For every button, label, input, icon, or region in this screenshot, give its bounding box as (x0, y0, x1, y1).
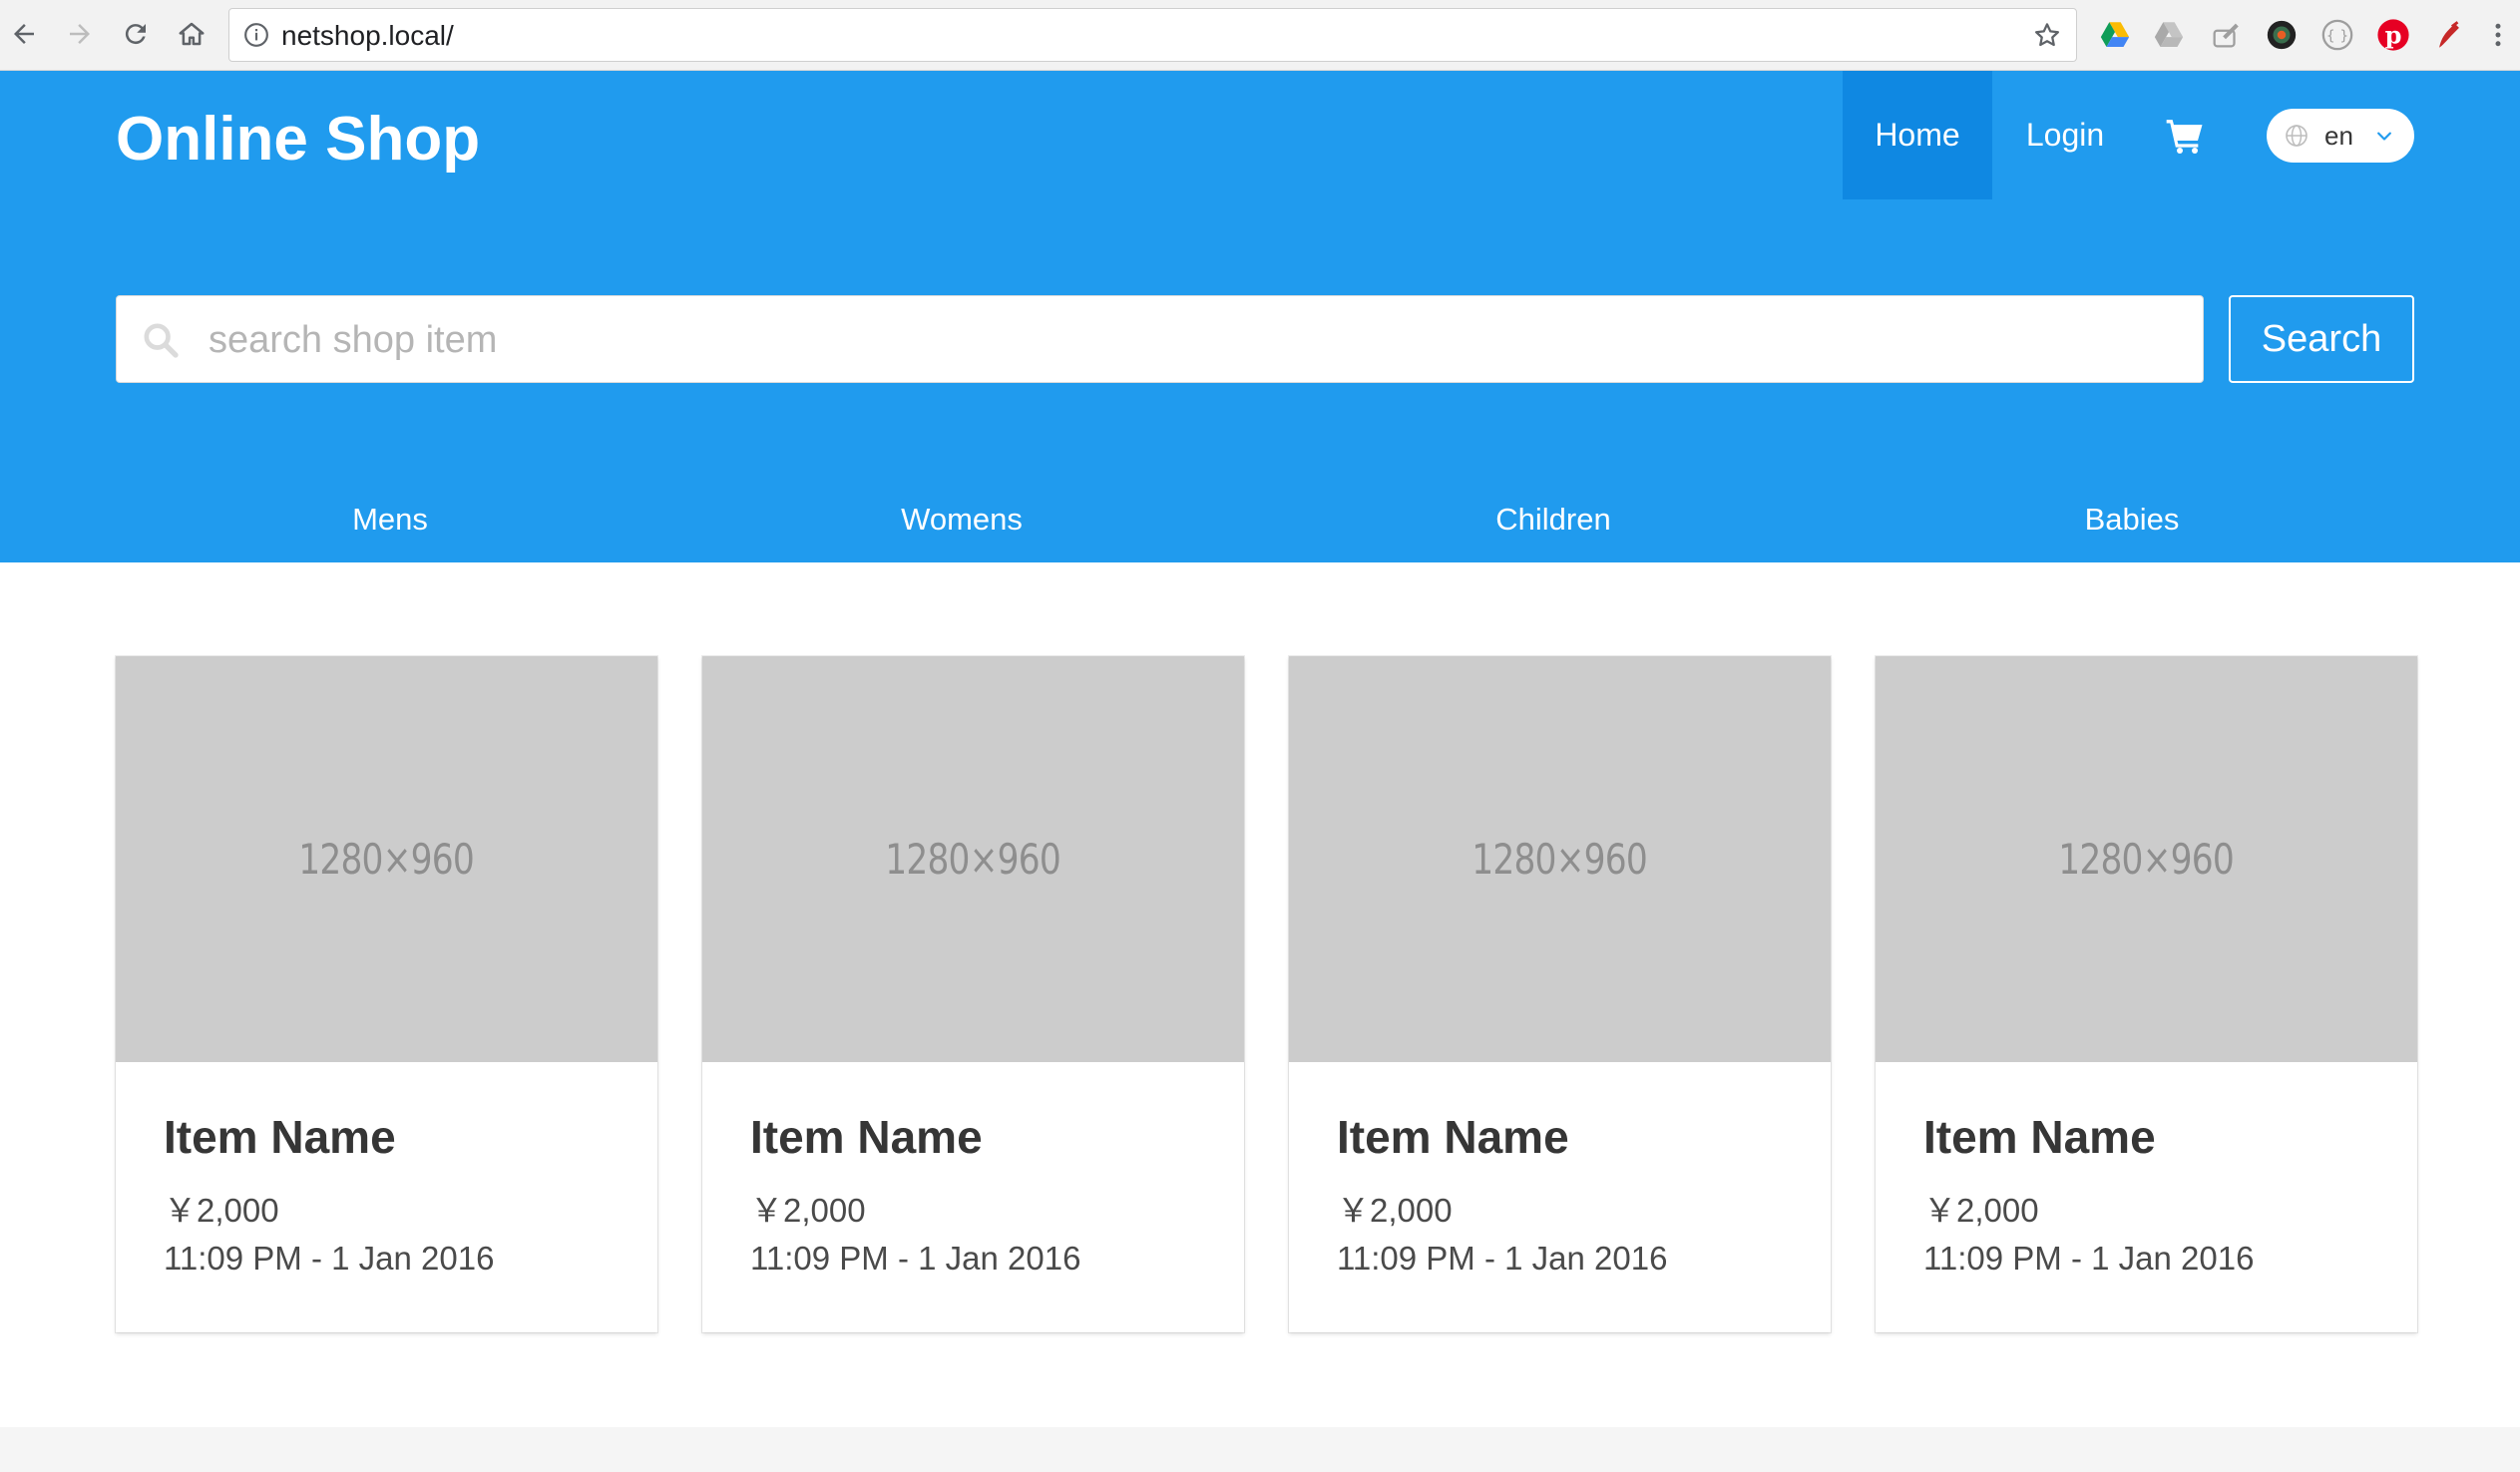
home-icon[interactable] (172, 14, 211, 54)
svg-text:p: p (2385, 21, 2402, 50)
circle-dotted-icon[interactable]: { } (2320, 18, 2354, 52)
item-card[interactable]: 1280×960 Item Name ￥2,000 11:09 PM - 1 J… (116, 656, 657, 1332)
item-date: 11:09 PM - 1 Jan 2016 (1923, 1240, 2255, 1277)
red-pen-icon[interactable] (2432, 18, 2466, 52)
chevron-down-icon (2377, 132, 2391, 141)
search-field[interactable] (116, 295, 2204, 383)
menu-kebab-icon[interactable] (2488, 18, 2508, 52)
drive-grey-icon[interactable] (2152, 18, 2186, 52)
item-image-placeholder[interactable]: 1280×960 (116, 656, 657, 1062)
info-icon[interactable] (243, 22, 269, 48)
item-card[interactable]: 1280×960 Item Name ￥2,000 11:09 PM - 1 J… (702, 656, 1244, 1332)
item-name[interactable]: Item Name (164, 1110, 396, 1164)
language-select[interactable]: en (2267, 109, 2414, 163)
image-size-label: 1280×960 (298, 835, 476, 884)
language-value: en (2324, 121, 2353, 151)
site-header: Online Shop Home Login en Search Mens Wo… (0, 71, 2520, 562)
address-bar[interactable]: netshop.local/ (228, 8, 2077, 62)
globe-icon (2286, 125, 2308, 147)
item-price: ￥2,000 (1923, 1192, 2039, 1229)
category-babies[interactable]: Babies (2085, 500, 2180, 540)
nav-login[interactable]: Login (2005, 71, 2125, 199)
search-input[interactable] (207, 310, 2166, 370)
brush-icon[interactable] (2209, 18, 2243, 52)
search-icon (144, 323, 179, 358)
item-date: 11:09 PM - 1 Jan 2016 (164, 1240, 495, 1277)
cart-icon[interactable] (2165, 116, 2205, 156)
category-womens[interactable]: Womens (901, 500, 1023, 540)
item-card[interactable]: 1280×960 Item Name ￥2,000 11:09 PM - 1 J… (1876, 656, 2417, 1332)
item-name[interactable]: Item Name (1923, 1110, 2156, 1164)
item-name[interactable]: Item Name (750, 1110, 983, 1164)
image-size-label: 1280×960 (2058, 835, 2236, 884)
item-image-placeholder[interactable]: 1280×960 (1289, 656, 1831, 1062)
item-name[interactable]: Item Name (1337, 1110, 1569, 1164)
url-text[interactable]: netshop.local/ (281, 21, 454, 51)
forward-icon[interactable] (60, 14, 100, 54)
item-price: ￥2,000 (750, 1192, 866, 1229)
item-image-placeholder[interactable]: 1280×960 (702, 656, 1244, 1062)
footer (0, 1427, 2520, 1472)
item-price: ￥2,000 (164, 1192, 279, 1229)
item-price: ￥2,000 (1337, 1192, 1453, 1229)
image-size-label: 1280×960 (885, 835, 1062, 884)
bookmark-star-icon[interactable] (2032, 20, 2062, 50)
image-size-label: 1280×960 (1471, 835, 1649, 884)
search-button[interactable]: Search (2229, 295, 2414, 383)
brand-title[interactable]: Online Shop (116, 103, 480, 177)
category-children[interactable]: Children (1495, 500, 1610, 540)
pinterest-icon[interactable]: p (2376, 18, 2410, 52)
item-date: 11:09 PM - 1 Jan 2016 (750, 1240, 1081, 1277)
svg-text:{ }: { } (2326, 29, 2349, 45)
camera-lens-icon[interactable] (2265, 18, 2299, 52)
reload-icon[interactable] (116, 14, 156, 54)
back-icon[interactable] (4, 14, 44, 54)
category-mens[interactable]: Mens (352, 500, 428, 540)
item-image-placeholder[interactable]: 1280×960 (1876, 656, 2417, 1062)
nav-home[interactable]: Home (1843, 71, 1992, 199)
item-card[interactable]: 1280×960 Item Name ￥2,000 11:09 PM - 1 J… (1289, 656, 1831, 1332)
google-drive-icon[interactable] (2098, 18, 2132, 52)
item-date: 11:09 PM - 1 Jan 2016 (1337, 1240, 1668, 1277)
browser-toolbar: netshop.local/ {} p (0, 0, 2520, 71)
